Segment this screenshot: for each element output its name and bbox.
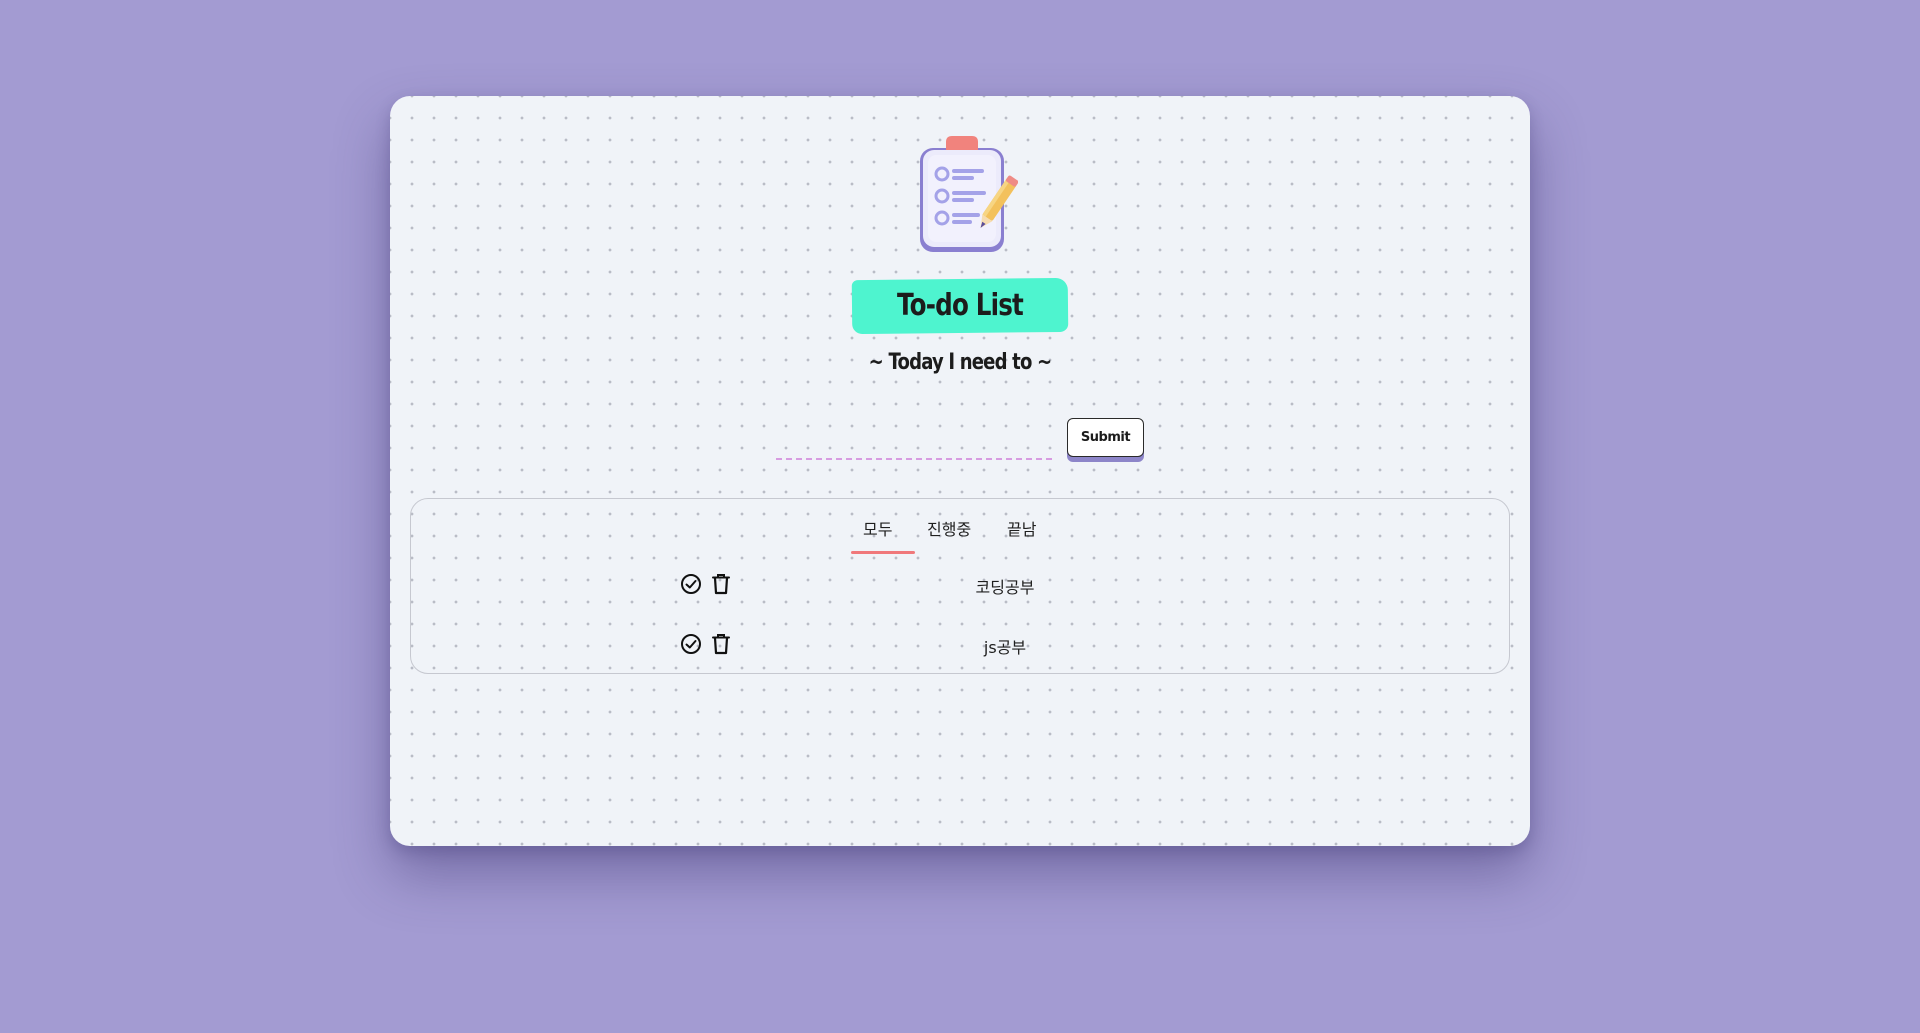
page-subtitle: ~ Today I need to ~	[868, 350, 1052, 375]
check-circle-icon[interactable]	[679, 572, 703, 596]
task-text: js공부	[983, 638, 1027, 657]
tab-in-progress[interactable]: 진행중	[927, 516, 971, 540]
check-circle-icon[interactable]	[679, 632, 703, 656]
tab-all[interactable]: 모두	[863, 516, 892, 540]
clipboard-logo-icon	[920, 136, 1018, 252]
filter-tabs: 모두 진행중 끝남	[851, 499, 1071, 555]
page-title: To-do List	[896, 288, 1024, 323]
submit-button[interactable]: Submit	[1067, 418, 1144, 457]
todo-card: To-do List ~ Today I need to ~ Submit 모두…	[390, 96, 1530, 846]
trash-icon[interactable]	[709, 632, 733, 656]
trash-icon[interactable]	[709, 572, 733, 596]
task-panel: 모두 진행중 끝남 코딩공부 js공부	[410, 498, 1510, 674]
task-text: 코딩공부	[975, 578, 1035, 597]
tab-done[interactable]: 끝남	[1007, 516, 1036, 540]
task-input[interactable]	[776, 424, 1052, 460]
active-tab-underline	[851, 551, 915, 554]
title-banner: To-do List	[851, 277, 1069, 335]
task-item: 코딩공부	[411, 569, 1509, 599]
task-item: js공부	[411, 629, 1509, 659]
